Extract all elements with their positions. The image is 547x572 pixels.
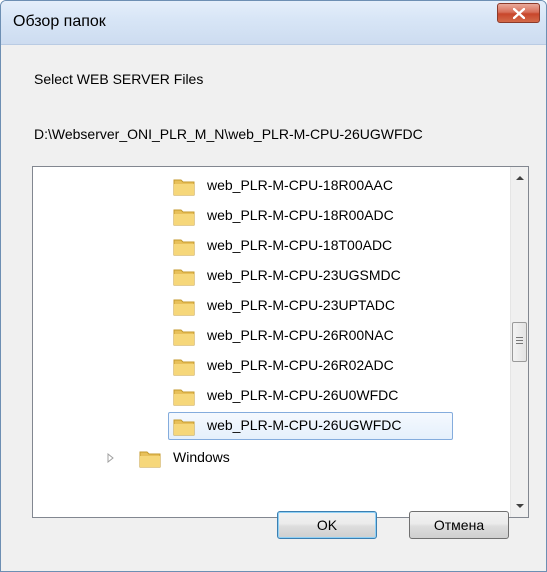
folder-icon <box>173 209 195 226</box>
folder-icon <box>173 269 195 286</box>
dialog-body: Select WEB SERVER Files D:\Webserver_ONI… <box>1 46 546 571</box>
scroll-down-arrow-icon <box>516 504 524 508</box>
folder-tree[interactable]: web_PLR-M-CPU-18R00AAC web_PLR-M-CPU-18R… <box>32 166 529 518</box>
window-title: Обзор папок <box>13 13 106 30</box>
folder-icon <box>173 299 195 316</box>
tree-item[interactable]: web_PLR-M-CPU-26R02ADC <box>33 352 503 380</box>
tree-item[interactable]: web_PLR-M-CPU-18T00ADC <box>33 232 503 260</box>
tree-item[interactable]: web_PLR-M-CPU-26R00NAC <box>33 322 503 350</box>
folder-icon <box>173 359 195 376</box>
tree-item[interactable]: web_PLR-M-CPU-26U0WFDC <box>33 382 503 410</box>
folder-icon <box>173 239 195 256</box>
scrollbar-thumb[interactable] <box>512 322 527 362</box>
tree-item-label: web_PLR-M-CPU-26UGWFDC <box>207 417 402 433</box>
folder-tree-list: web_PLR-M-CPU-18R00AAC web_PLR-M-CPU-18R… <box>33 167 508 517</box>
tree-item-label: web_PLR-M-CPU-26U0WFDC <box>207 387 399 403</box>
scroll-up-arrow-icon <box>516 176 524 180</box>
tree-item-label: Windows <box>173 449 230 465</box>
tree-item-label: web_PLR-M-CPU-23UPTADC <box>207 297 396 313</box>
tree-item-label: web_PLR-M-CPU-23UGSMDC <box>207 267 401 283</box>
tree-item-label: web_PLR-M-CPU-18R00ADC <box>207 207 394 223</box>
close-icon <box>513 8 525 19</box>
dialog-description: Select WEB SERVER Files <box>34 71 204 87</box>
thumb-grip <box>516 337 523 346</box>
tree-item[interactable]: web_PLR-M-CPU-23UPTADC <box>33 292 503 320</box>
folder-icon <box>173 329 195 346</box>
folder-icon <box>139 451 161 468</box>
collapsed-arrow-icon[interactable] <box>105 453 115 463</box>
tree-item[interactable]: web_PLR-M-CPU-23UGSMDC <box>33 262 503 290</box>
ok-button[interactable]: OK <box>277 511 377 539</box>
tree-item-label: web_PLR-M-CPU-18T00ADC <box>207 237 393 253</box>
tree-item-selected[interactable]: web_PLR-M-CPU-26UGWFDC <box>33 412 503 440</box>
folder-icon <box>173 419 195 436</box>
scroll-down-button[interactable] <box>511 497 528 515</box>
folder-icon <box>173 389 195 406</box>
tree-item-label: web_PLR-M-CPU-26R02ADC <box>207 357 394 373</box>
tree-item-label: web_PLR-M-CPU-18R00AAC <box>207 177 393 193</box>
tree-item[interactable]: web_PLR-M-CPU-18R00ADC <box>33 202 503 230</box>
close-button[interactable] <box>497 3 540 23</box>
selected-path: D:\Webserver_ONI_PLR_M_N\web_PLR-M-CPU-2… <box>34 126 423 142</box>
vertical-scrollbar[interactable] <box>510 167 528 517</box>
tree-item[interactable]: web_PLR-M-CPU-18R00AAC <box>33 172 503 200</box>
title-bar: Обзор папок <box>1 1 546 45</box>
folder-icon <box>173 179 195 196</box>
cancel-button[interactable]: Отмена <box>409 511 509 539</box>
scroll-up-button[interactable] <box>511 169 528 187</box>
tree-item-label: web_PLR-M-CPU-26R00NAC <box>207 327 394 343</box>
browse-folder-dialog: Обзор папок Select WEB SERVER Files D:\W… <box>0 0 547 572</box>
tree-item-windows[interactable]: Windows <box>33 444 503 472</box>
